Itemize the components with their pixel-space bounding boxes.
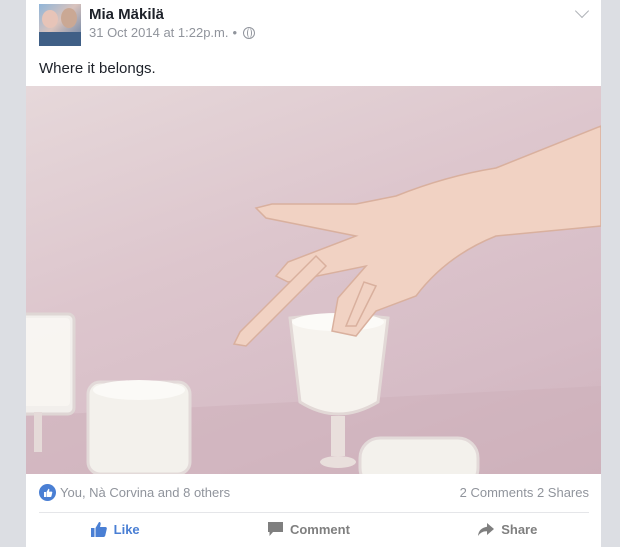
like-label: Like [113,521,140,537]
reactions-summary[interactable]: You, Nà Corvina and 8 others [60,485,230,500]
comment-icon [267,522,283,536]
milk-glass [86,380,192,474]
avatar-shirt [39,32,81,46]
meta-separator: • [232,25,238,40]
share-label: Share [501,521,538,537]
avatar-face [42,10,58,28]
like-button[interactable]: Like [90,521,140,538]
like-reaction-icon [39,484,56,501]
share-button[interactable]: Share [477,522,537,537]
globe-icon[interactable] [243,26,256,39]
comments-count[interactable]: 2 Comments [460,485,534,500]
reactions-bar: You, Nà Corvina and 8 others 2 Comments … [39,484,589,502]
post-timestamp[interactable]: 31 Oct 2014 at 1:22p.m. [89,25,228,40]
engagement-counts: 2 Comments 2 Shares [460,485,589,500]
share-arrow-icon [478,522,495,536]
post-text: Where it belongs. [39,60,156,77]
post-meta: 31 Oct 2014 at 1:22p.m. • [89,25,256,40]
post-card: Mia Mäkilä 31 Oct 2014 at 1:22p.m. • Whe… [26,0,601,547]
thumbs-up-icon [90,521,107,537]
photo-illustration [26,125,601,474]
avatar-face [61,8,77,28]
author-name[interactable]: Mia Mäkilä [89,6,164,23]
post-photo[interactable] [26,86,601,474]
milk-glass [358,436,480,474]
hand [232,125,601,347]
shares-count[interactable]: 2 Shares [537,485,589,500]
chevron-down-icon[interactable] [574,3,590,19]
author-avatar[interactable] [39,4,81,46]
comment-button[interactable]: Comment [267,521,350,537]
comment-label: Comment [289,521,350,537]
divider [39,512,589,513]
post-actions: Like Comment Share [26,514,601,544]
